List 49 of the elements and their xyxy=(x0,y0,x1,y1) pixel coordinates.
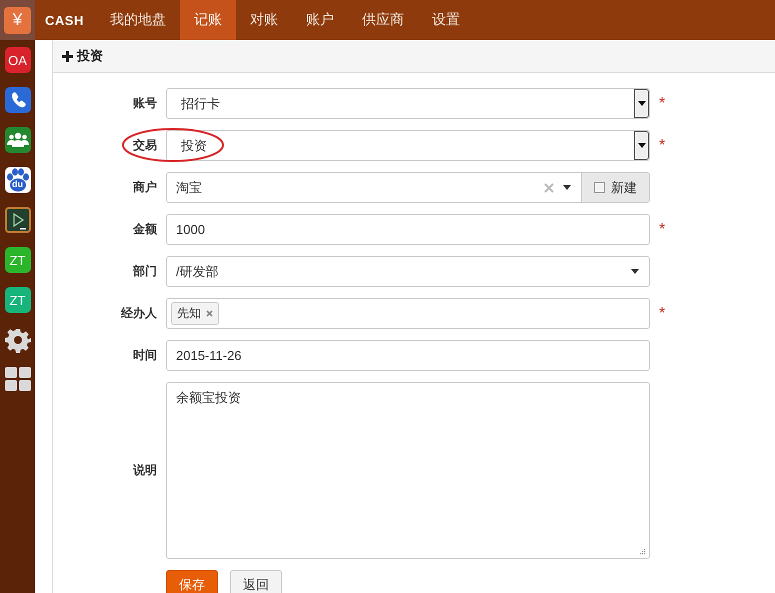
field-label: 经办人 xyxy=(120,305,157,322)
required-mark: * xyxy=(659,96,666,110)
field-label: 金额 xyxy=(132,221,157,238)
play-board-icon[interactable] xyxy=(4,207,30,233)
checkbox-label: 新建 xyxy=(611,178,637,196)
caret-icon xyxy=(638,101,646,106)
group-icon[interactable] xyxy=(4,127,30,153)
brand-name: CASH xyxy=(44,12,85,30)
required-mark: * xyxy=(659,306,666,320)
nav-tab[interactable]: 账户 xyxy=(292,0,348,40)
select-field[interactable]: /研发部 xyxy=(166,256,650,287)
checkbox[interactable] xyxy=(594,182,605,193)
field-label: 商户 xyxy=(132,179,157,196)
back-button[interactable]: 返回 xyxy=(230,570,282,593)
nav-tab[interactable]: 对账 xyxy=(236,0,292,40)
tag[interactable]: 先知 xyxy=(171,302,219,325)
app-icon[interactable]: OA xyxy=(4,47,30,73)
field-label: 说明 xyxy=(132,462,157,479)
nav-tab[interactable]: 设置 xyxy=(418,0,474,40)
save-button[interactable]: 保存 xyxy=(166,570,218,593)
plus-icon xyxy=(62,50,73,62)
remove-icon[interactable] xyxy=(206,310,213,317)
app-grid-icon[interactable] xyxy=(4,367,30,393)
nav-tab[interactable]: 供应商 xyxy=(348,0,418,40)
field-label: 部门 xyxy=(132,263,157,280)
paw-logo-icon[interactable]: du xyxy=(4,167,30,193)
input-field[interactable]: 先知 xyxy=(166,298,650,329)
field-label: 交易 xyxy=(132,137,157,154)
caret-icon xyxy=(638,143,646,148)
dropdown-button[interactable] xyxy=(634,131,649,160)
required-mark: * xyxy=(659,222,666,236)
field-label: 时间 xyxy=(132,347,157,364)
select-field[interactable]: 投资 xyxy=(166,130,650,161)
resize-grip-icon[interactable] xyxy=(639,548,646,555)
settings-icon[interactable] xyxy=(4,327,30,353)
dropdown-button[interactable] xyxy=(634,89,649,118)
select-field[interactable]: 招行卡 xyxy=(166,88,650,119)
field-label: 账号 xyxy=(132,95,157,112)
nav-tab[interactable]: 记账 xyxy=(180,0,236,40)
caret-icon xyxy=(631,269,639,274)
panel-title: 投资 xyxy=(77,47,103,65)
text-area[interactable]: 余额宝投资 xyxy=(166,382,650,559)
nav-tab[interactable]: 我的地盘 xyxy=(96,0,180,40)
caret-icon xyxy=(563,185,571,190)
phone-icon[interactable] xyxy=(4,87,30,113)
combo-field[interactable]: 淘宝 xyxy=(166,172,581,203)
input-field[interactable]: 2015-11-26 xyxy=(166,340,650,371)
input-field[interactable]: 1000 xyxy=(166,214,650,245)
required-mark: * xyxy=(659,138,666,152)
